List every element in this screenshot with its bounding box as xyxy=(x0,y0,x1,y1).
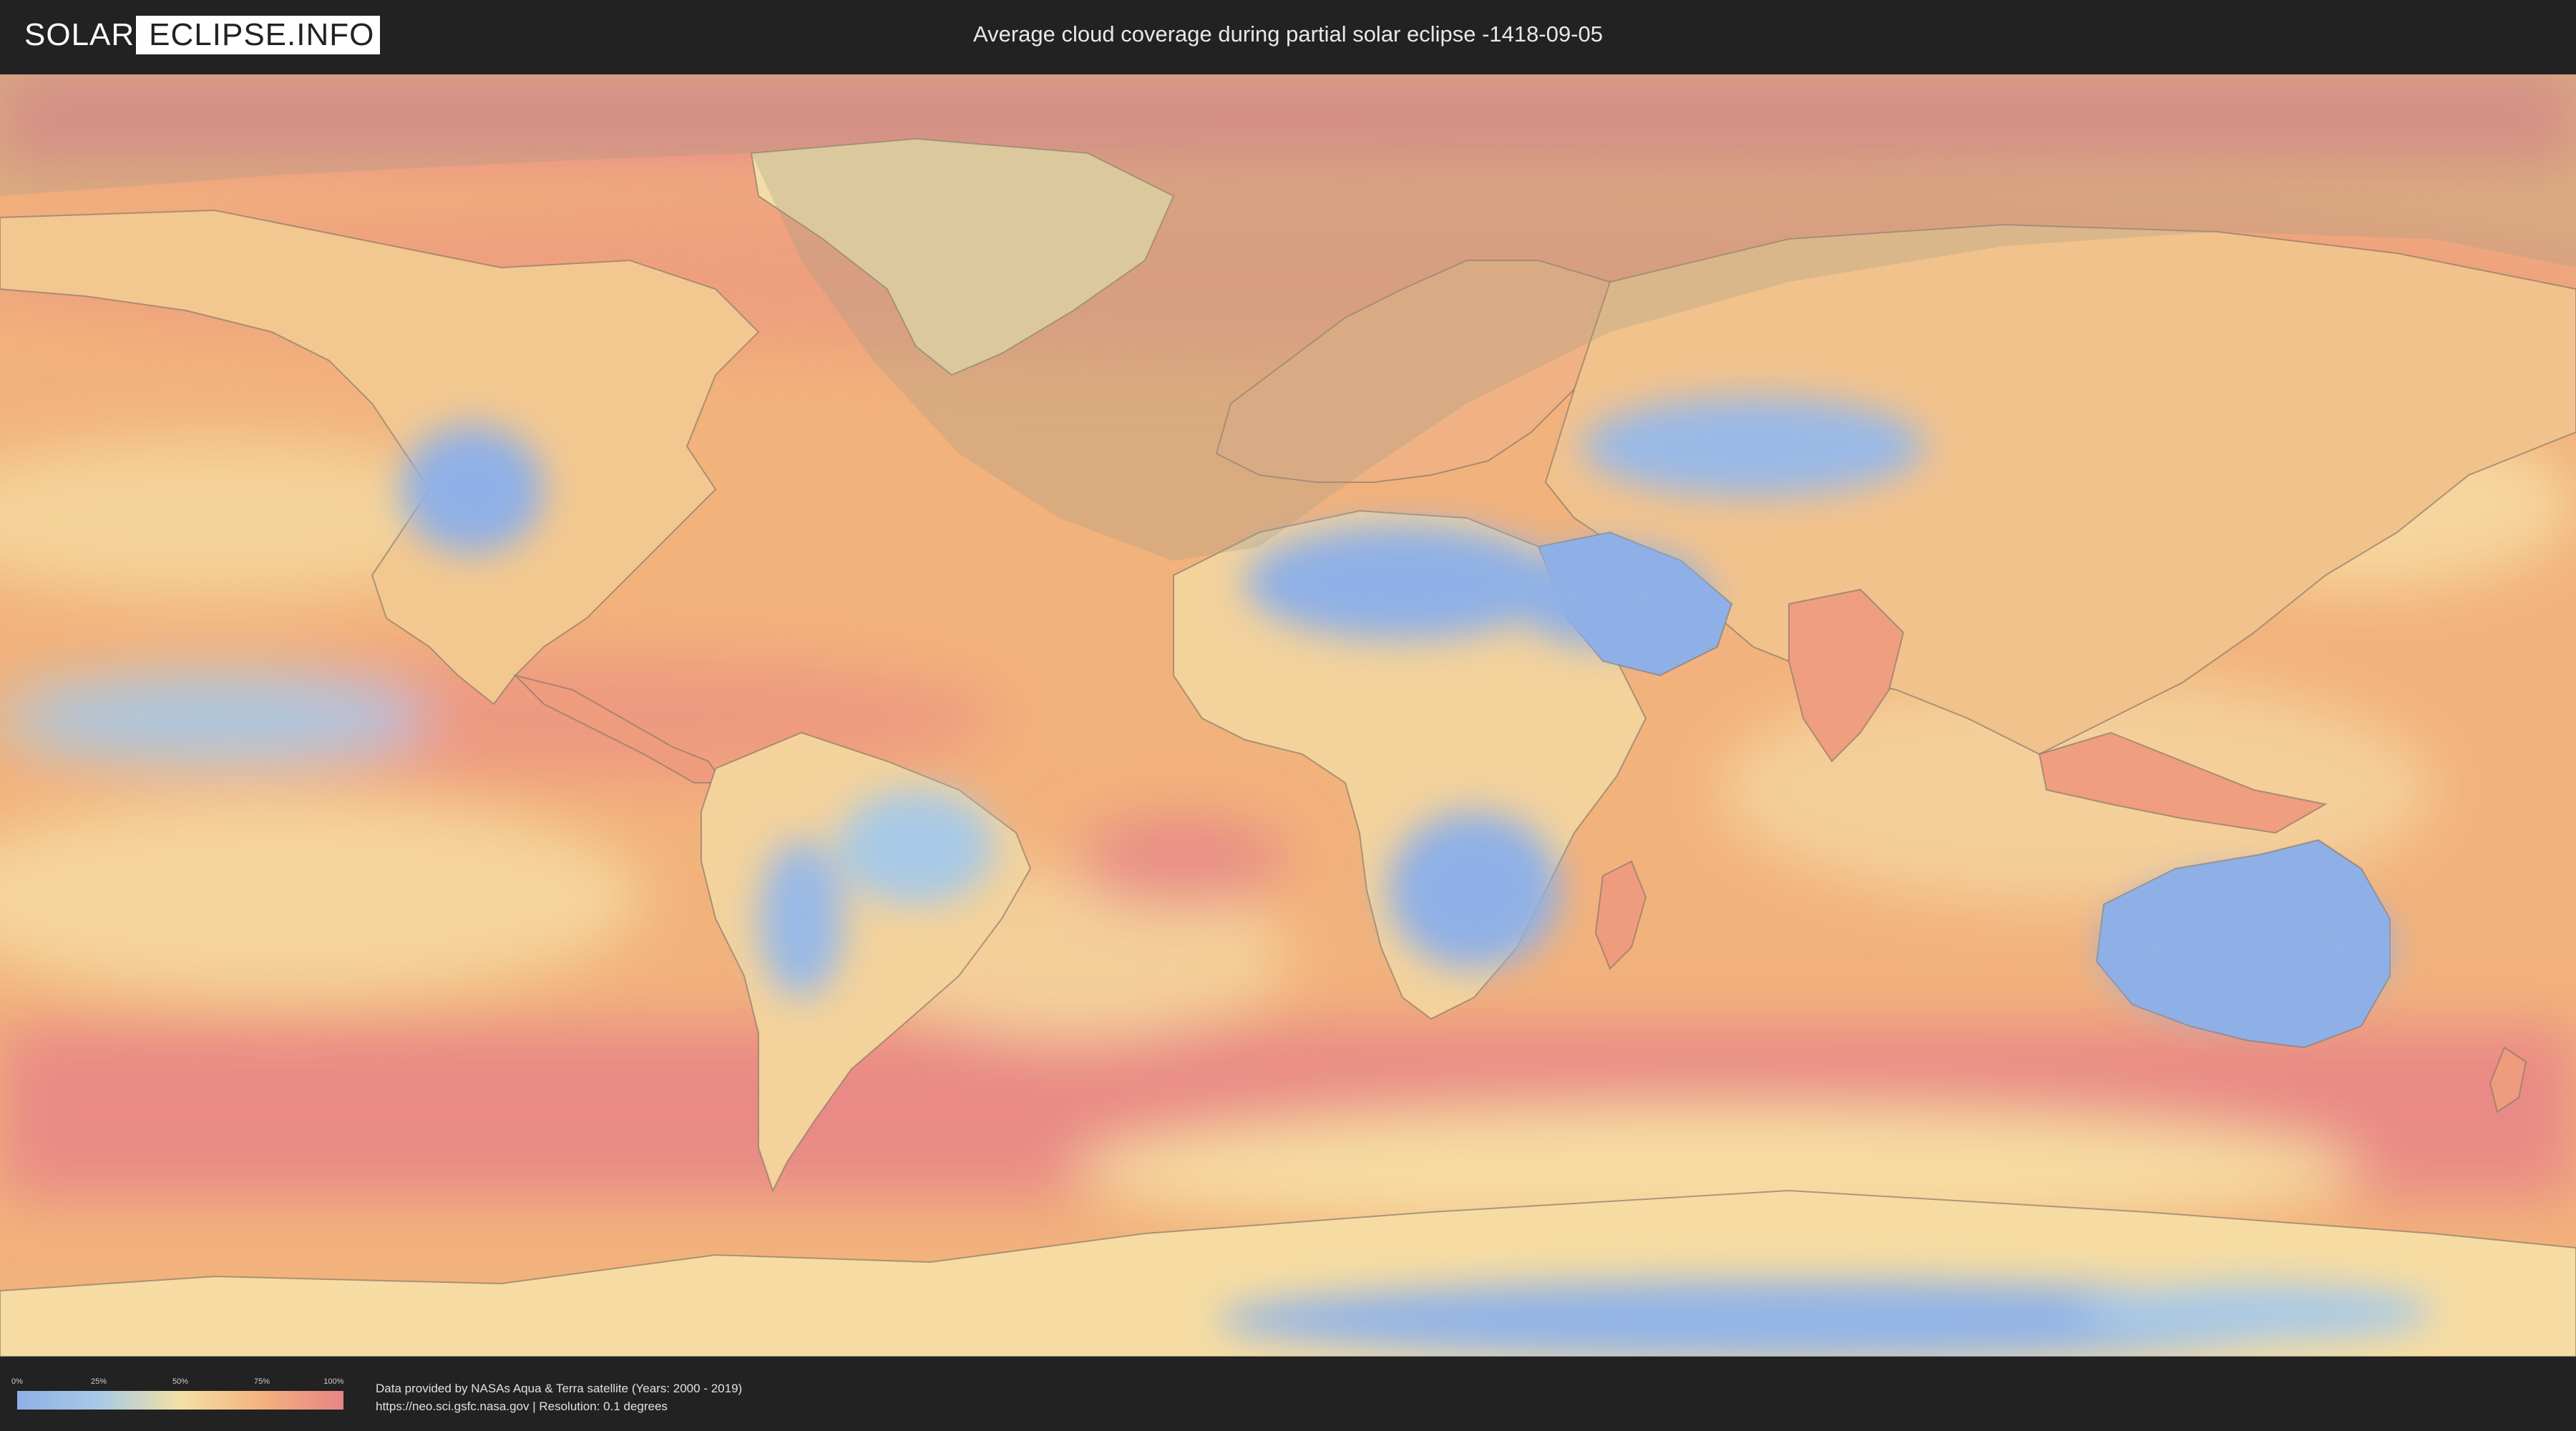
cloud-coverage-map[interactable] xyxy=(0,74,2576,1357)
attribution-url[interactable]: https://neo.sci.gsfc.nasa.gov | Resoluti… xyxy=(376,1397,742,1415)
header-bar: SOLAR ECLIPSE.INFO Average cloud coverag… xyxy=(0,0,2576,72)
legend-tick-100: 100% xyxy=(323,1377,344,1386)
data-attribution: Data provided by NASAs Aqua & Terra sate… xyxy=(376,1379,742,1415)
legend-ticks: 0% 25% 50% 75% 100% xyxy=(11,1377,344,1391)
legend-tick-75: 75% xyxy=(253,1377,270,1386)
attribution-source: Data provided by NASAs Aqua & Terra sate… xyxy=(376,1382,743,1395)
legend-color-bar xyxy=(17,1391,343,1410)
legend-tick-25: 25% xyxy=(90,1377,107,1386)
page-title: Average cloud coverage during partial so… xyxy=(972,21,1604,47)
cloud-coverage-legend: 0% 25% 50% 75% 100% xyxy=(11,1377,344,1410)
legend-tick-0: 0% xyxy=(11,1377,23,1386)
footer-bar: 0% 25% 50% 75% 100% Data provided by NAS… xyxy=(0,1359,2576,1431)
legend-tick-50: 50% xyxy=(172,1377,189,1386)
world-map-svg xyxy=(0,74,2576,1357)
page: SOLAR ECLIPSE.INFO Average cloud coverag… xyxy=(0,0,2576,1431)
